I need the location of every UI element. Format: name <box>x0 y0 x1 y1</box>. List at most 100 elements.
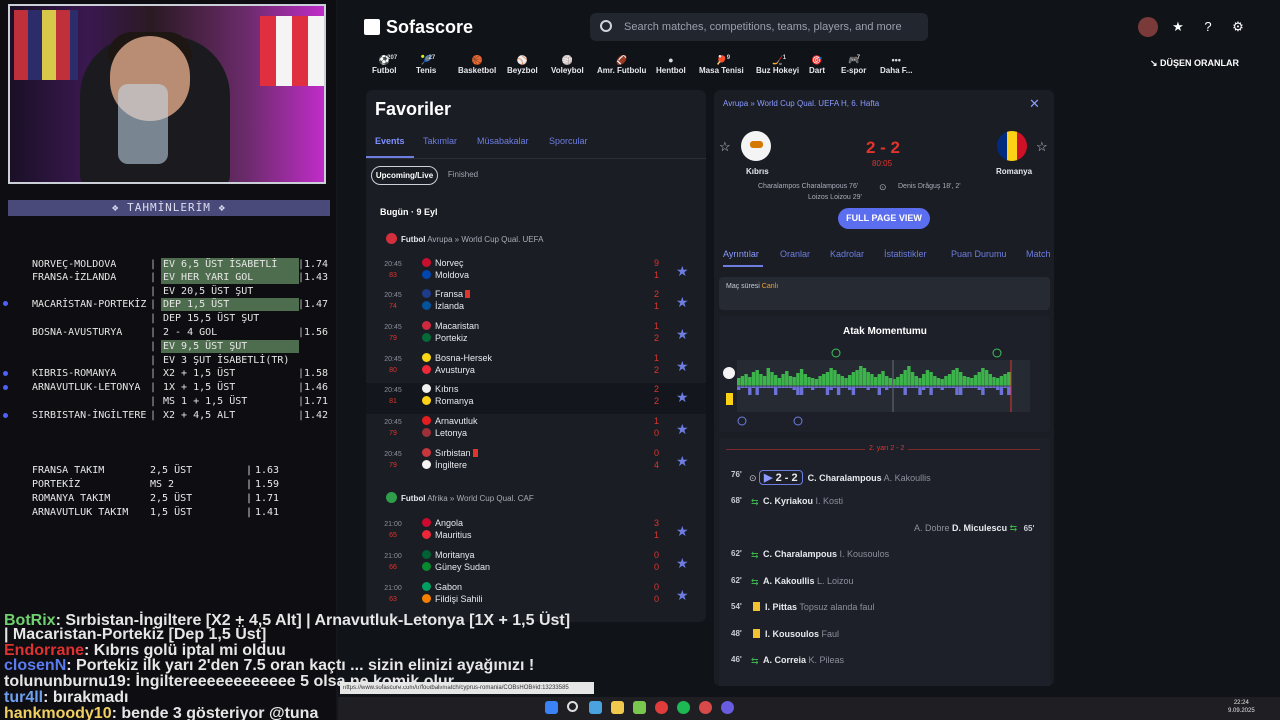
sport-basketbol[interactable]: 🏀 Basketbol <box>458 55 496 75</box>
close-icon[interactable]: ✕ <box>1029 96 1040 112</box>
home-team-logo[interactable] <box>741 131 771 161</box>
away-team: Güney Sudan <box>422 562 490 573</box>
sport-beyzbol[interactable]: ⚾ Beyzbol <box>507 55 538 75</box>
favorite-star-icon[interactable]: ★ <box>676 326 689 343</box>
match-row[interactable]: 21:00 65 Angola Mauritius 3 1 ★ <box>366 517 706 548</box>
sport-e-spor[interactable]: 🎮 7 E-spor <box>841 55 866 75</box>
away-mini-logo <box>726 393 733 405</box>
bet-row: NORVEÇ-MOLDOVA | EV 6,5 ÜST İSABETLİ | 1.74 <box>32 258 332 271</box>
tab-ayr-nt-lar[interactable]: Ayrıntılar <box>723 249 759 259</box>
chat-user[interactable]: tur4ll <box>4 689 43 706</box>
start-icon[interactable] <box>545 701 558 714</box>
favorite-star-icon[interactable]: ★ <box>676 587 689 604</box>
sofascore-logo[interactable]: Sofascore <box>364 17 473 38</box>
chat-user[interactable]: tolununburnu19 <box>4 673 126 690</box>
discord-icon[interactable] <box>721 701 734 714</box>
event-row[interactable]: 62' ⇆ C. Charalampous I. Kousoulos <box>731 549 889 560</box>
event-player: A. Kakoullis <box>763 576 815 586</box>
bet-separator: | <box>150 341 157 352</box>
star-outline-icon[interactable]: ☆ <box>719 139 731 155</box>
favorite-star-icon[interactable]: ★ <box>676 358 689 375</box>
app-icon[interactable] <box>589 701 602 714</box>
tab-kadrolar[interactable]: Kadrolar <box>830 249 864 259</box>
event-row[interactable]: 62' ⇆ A. Kakoullis L. Loizou <box>731 576 854 587</box>
match-row[interactable]: 20:45 80 Bosna-Hersek Avusturya 1 2 ★ <box>366 352 706 383</box>
match-row[interactable]: 20:45 79 Arnavutluk Letonya 1 0 ★ <box>366 415 706 446</box>
full-page-view-button[interactable]: FULL PAGE VIEW <box>838 208 930 229</box>
event-row[interactable]: 68' ⇆ C. Kyriakou I. Kosti <box>731 496 843 507</box>
clock-date: 9.09.2025 <box>1228 708 1255 714</box>
bet-separator: | <box>150 327 157 338</box>
match-row[interactable]: 20:45 81 Kıbrıs Romanya 2 2 ★ <box>366 383 706 414</box>
tab-puan-durumu[interactable]: Puan Durumu <box>951 249 1007 259</box>
sport-voleybol[interactable]: 🏐 Voleybol <box>551 55 584 75</box>
match-row[interactable]: 20:45 79 Macaristan Portekiz 1 2 ★ <box>366 320 706 351</box>
match-row[interactable]: 20:45 79 Sırbistan İngiltere 0 4 ★ <box>366 447 706 478</box>
app-icon[interactable] <box>633 701 646 714</box>
finished-chip[interactable]: Finished <box>442 166 484 185</box>
help-icon[interactable]: ? <box>1198 17 1218 37</box>
sport-hentbol[interactable]: ● Hentbol <box>656 55 686 75</box>
dropping-odds-link[interactable]: ↘ DÜŞEN ORANLAR <box>1150 58 1239 69</box>
event-row[interactable]: 48' I. Kousoulos Faul <box>731 629 839 639</box>
event-row[interactable]: 76' ⊙ ▶ 2 - 2 C. Charalampous A. Kakoullis <box>731 470 931 485</box>
favorite-star-icon[interactable]: ★ <box>676 294 689 311</box>
match-row[interactable]: 21:00 63 Gabon Fildişi Sahili 0 0 ★ <box>366 581 706 612</box>
match-clock: 80:05 <box>872 159 893 168</box>
star-outline-icon[interactable]: ☆ <box>1036 139 1048 155</box>
favorite-star-icon[interactable]: ★ <box>676 523 689 540</box>
momentum-bar-home <box>896 377 900 386</box>
match-row[interactable]: 21:00 66 Moritanya Güney Sudan 0 0 ★ <box>366 549 706 580</box>
sport-amr-futbolu[interactable]: 🏈 Amr. Futbolu <box>597 55 646 75</box>
favorite-star-icon[interactable]: ★ <box>676 453 689 470</box>
tab-events[interactable]: Events <box>375 136 405 146</box>
away-scorer: Denis Drăguş 18', 2' <box>898 183 961 190</box>
favorites-star-icon[interactable]: ★ <box>1168 17 1188 37</box>
event-body: ⇆ A. Correia K. Pileas <box>749 655 844 666</box>
match-breadcrumb[interactable]: Avrupa » World Cup Qual. UEFA H, 6. Haft… <box>723 99 879 108</box>
favorite-star-icon[interactable]: ★ <box>676 421 689 438</box>
spotify-icon[interactable] <box>677 701 690 714</box>
sport-tenis[interactable]: 🎾 27 Tenis <box>416 55 436 75</box>
tab-players[interactable]: Sporcular <box>549 136 588 146</box>
upcoming-live-chip[interactable]: Upcoming/Live <box>371 166 438 185</box>
favorite-star-icon[interactable]: ★ <box>676 555 689 572</box>
sport-daha-f-[interactable]: ••• Daha F... <box>880 55 912 75</box>
away-team-logo[interactable] <box>997 131 1027 161</box>
app-icon[interactable] <box>699 701 712 714</box>
browser-icon[interactable] <box>655 701 668 714</box>
search-input[interactable]: Search matches, competitions, teams, pla… <box>590 13 928 41</box>
home-team-name[interactable]: Kıbrıs <box>746 167 769 176</box>
match-row[interactable]: 20:45 74 Fransa İzlanda 2 1 ★ <box>366 288 706 319</box>
sport-buz-hokeyi[interactable]: 🏒 1 Buz Hokeyi <box>756 55 799 75</box>
bet-match: KIBRIS-ROMANYA <box>32 368 117 379</box>
event-row[interactable]: 46' ⇆ A. Correia K. Pileas <box>731 655 844 666</box>
chat-user[interactable]: closenN <box>4 657 66 674</box>
favorite-star-icon[interactable]: ★ <box>676 263 689 280</box>
tab-i-statistikler[interactable]: İstatistikler <box>884 249 927 259</box>
favorite-star-icon[interactable]: ★ <box>676 389 689 406</box>
settings-gear-icon[interactable]: ⚙ <box>1228 17 1248 37</box>
away-score: 2 <box>654 396 660 406</box>
event-row[interactable]: 54' I. Pittas Topsuz alanda faul <box>731 602 874 612</box>
away-team-name[interactable]: Romanya <box>996 167 1032 176</box>
tab-competitions[interactable]: Müsabakalar <box>477 136 529 146</box>
event-row[interactable]: A. Dobre D. Miculescu ⇆ 65' <box>914 523 1034 534</box>
sport-futbol[interactable]: ⚽ 207 Futbol <box>372 55 397 75</box>
sport-dart[interactable]: 🎯 Dart <box>809 55 825 75</box>
momentum-bar-home <box>877 374 881 386</box>
chat-user[interactable]: hankmoody10 <box>4 705 112 720</box>
search-icon[interactable] <box>567 701 578 712</box>
momentum-bar-home <box>959 372 963 386</box>
live-minute: 81 <box>389 398 397 405</box>
league-header-uefa[interactable]: Futbol Avrupa » World Cup Qual. UEFA <box>386 233 543 244</box>
tab-oranlar[interactable]: Oranlar <box>780 249 810 259</box>
tab-teams[interactable]: Takımlar <box>423 136 457 146</box>
league-header-caf[interactable]: Futbol Afrika » World Cup Qual. CAF <box>386 492 534 503</box>
match-row[interactable]: 20:45 83 Norveç Moldova 9 1 ★ <box>366 257 706 288</box>
avatar[interactable] <box>1138 17 1158 37</box>
tab-match[interactable]: Match <box>1026 249 1051 259</box>
sport-masa-tenisi[interactable]: 🏓 9 Masa Tenisi <box>699 55 744 75</box>
folder-icon[interactable] <box>611 701 624 714</box>
tab-indicator <box>723 265 763 267</box>
